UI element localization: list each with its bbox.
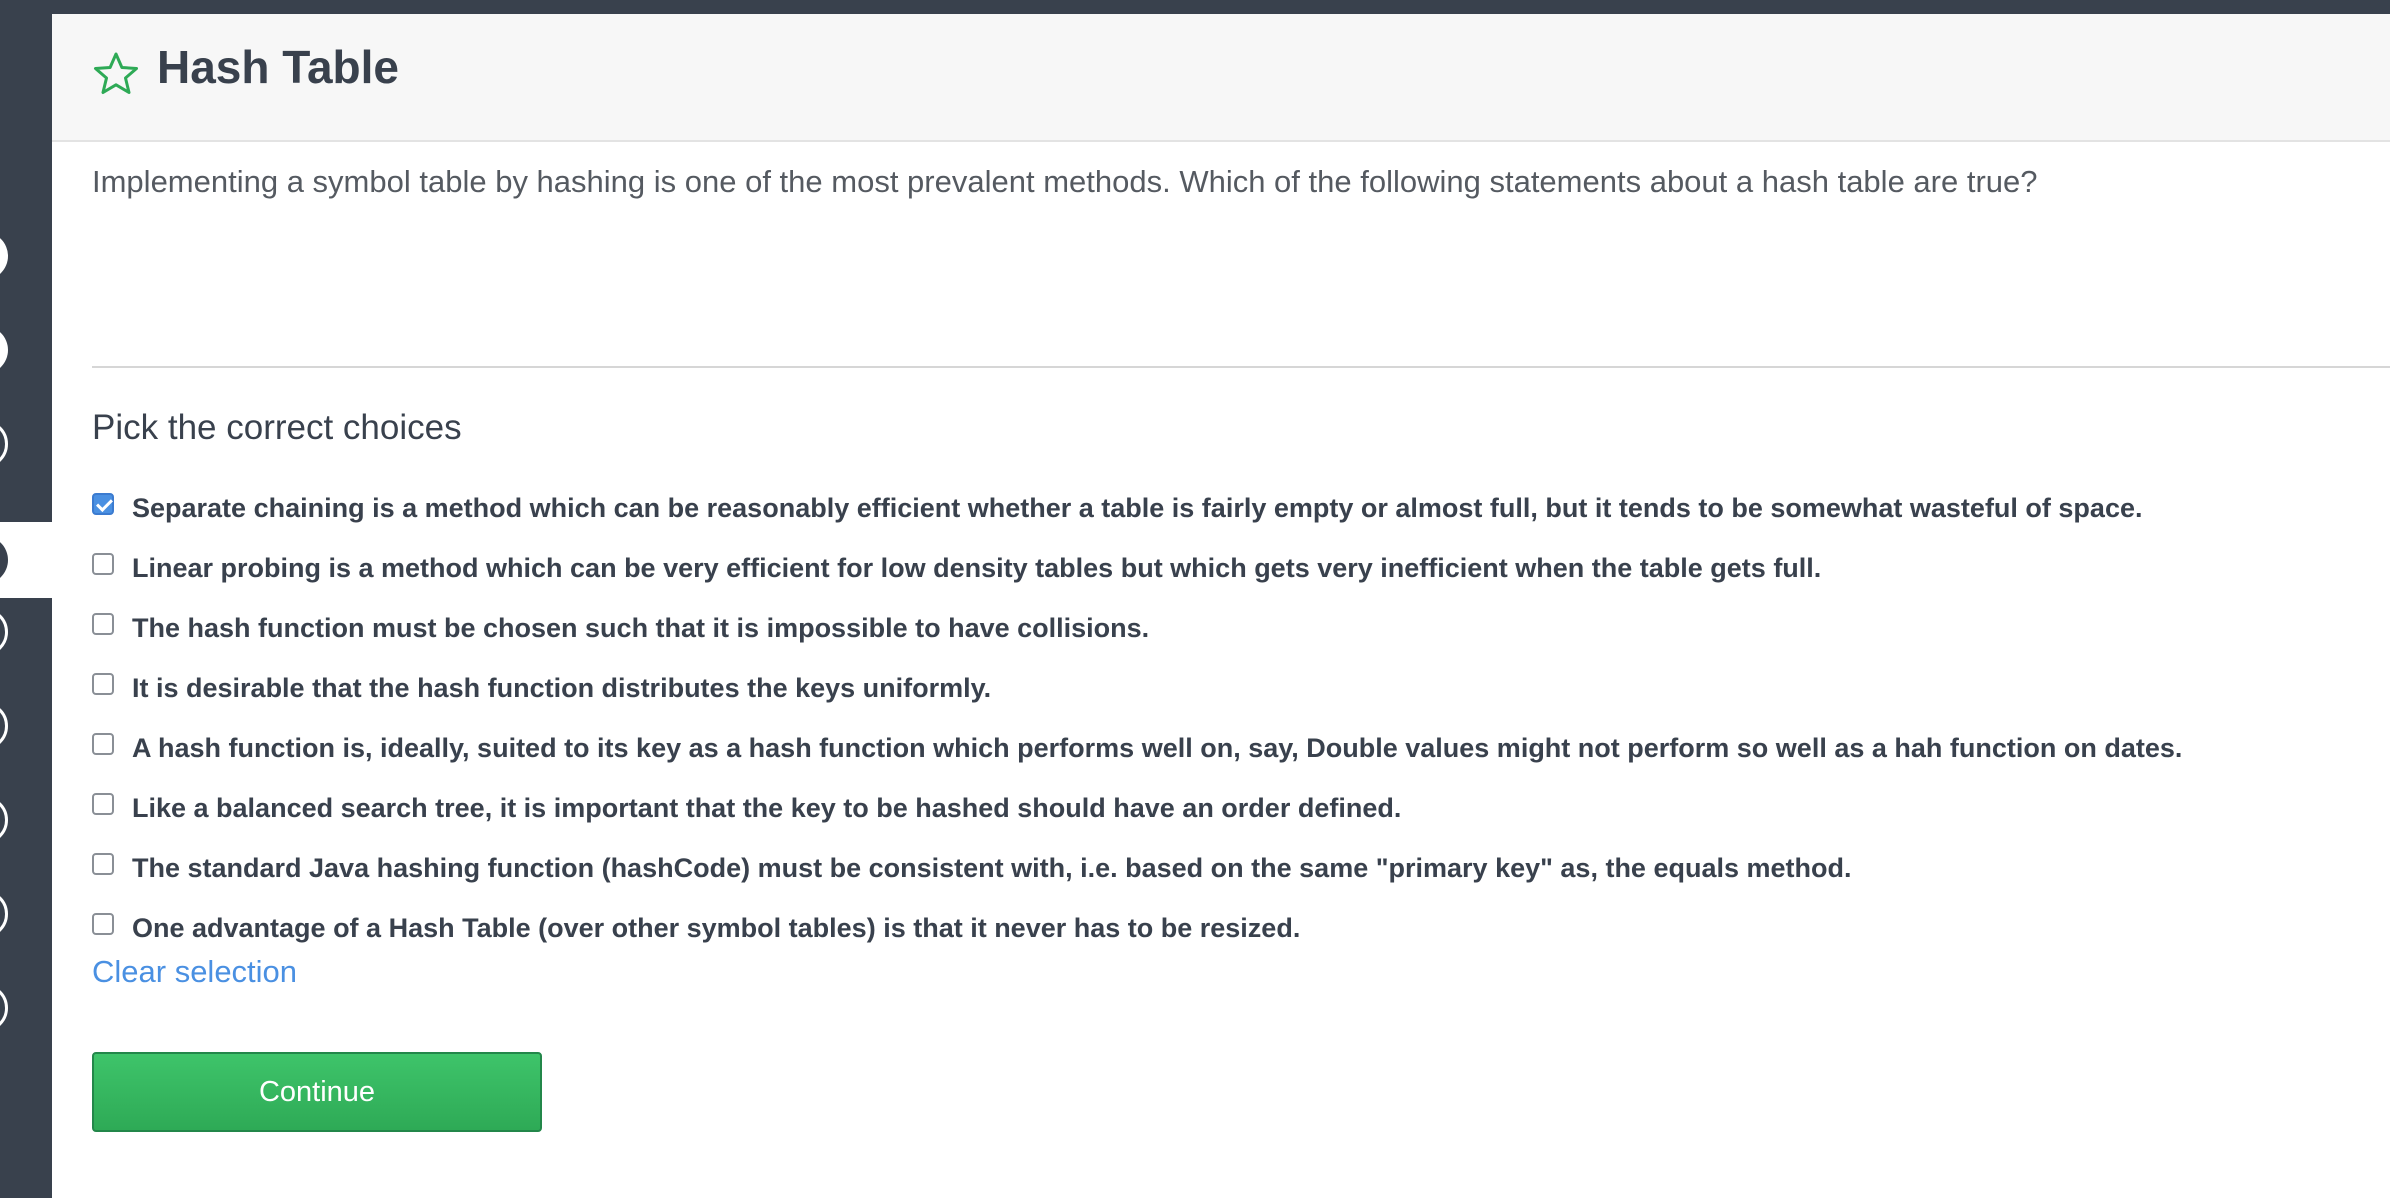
progress-step-8[interactable]: [0, 890, 8, 938]
choice-label[interactable]: Linear probing is a method which can be …: [132, 553, 1821, 584]
progress-step-3[interactable]: [0, 420, 8, 468]
choice-label[interactable]: A hash function is, ideally, suited to i…: [132, 733, 2182, 764]
checkbox[interactable]: [92, 913, 114, 935]
choice-item-2[interactable]: Linear probing is a method which can be …: [92, 538, 2382, 598]
page-header: Hash Table: [52, 14, 2390, 142]
choice-item-7[interactable]: The standard Java hashing function (hash…: [92, 838, 2382, 898]
progress-step-5[interactable]: [0, 608, 8, 656]
choice-item-4[interactable]: It is desirable that the hash function d…: [92, 658, 2382, 718]
choice-item-3[interactable]: The hash function must be chosen such th…: [92, 598, 2382, 658]
progress-step-9[interactable]: [0, 984, 8, 1032]
choices-heading: Pick the correct choices: [92, 408, 462, 447]
choice-label[interactable]: Like a balanced search tree, it is impor…: [132, 793, 1401, 824]
choice-label[interactable]: The standard Java hashing function (hash…: [132, 853, 1851, 884]
progress-step-1[interactable]: [0, 232, 8, 280]
page-title: Hash Table: [157, 41, 399, 93]
continue-button[interactable]: Continue: [92, 1052, 542, 1132]
checkbox[interactable]: [92, 793, 114, 815]
top-bar: [0, 0, 2390, 14]
checkbox[interactable]: [92, 613, 114, 635]
star-outline-icon[interactable]: [90, 48, 142, 100]
choice-label[interactable]: Separate chaining is a method which can …: [132, 493, 2142, 524]
checkbox[interactable]: [92, 733, 114, 755]
question-text: Implementing a symbol table by hashing i…: [92, 164, 2038, 199]
choice-item-6[interactable]: Like a balanced search tree, it is impor…: [92, 778, 2382, 838]
progress-step-2[interactable]: [0, 326, 8, 374]
checkbox[interactable]: [92, 553, 114, 575]
clear-selection-link[interactable]: Clear selection: [92, 954, 297, 990]
choice-label[interactable]: One advantage of a Hash Table (over othe…: [132, 913, 1300, 944]
checkbox-checked[interactable]: [92, 493, 114, 515]
checkbox[interactable]: [92, 673, 114, 695]
choice-label[interactable]: It is desirable that the hash function d…: [132, 673, 991, 704]
choice-item-8[interactable]: One advantage of a Hash Table (over othe…: [92, 898, 2382, 958]
choices-list: Separate chaining is a method which can …: [92, 478, 2382, 958]
choice-item-1[interactable]: Separate chaining is a method which can …: [92, 478, 2382, 538]
choice-item-5[interactable]: A hash function is, ideally, suited to i…: [92, 718, 2382, 778]
progress-step-7[interactable]: [0, 796, 8, 844]
choice-label[interactable]: The hash function must be chosen such th…: [132, 613, 1149, 644]
divider: [92, 366, 2390, 368]
checkbox[interactable]: [92, 853, 114, 875]
progress-sidebar: [0, 14, 52, 1198]
progress-step-6[interactable]: [0, 702, 8, 750]
continue-button-label: Continue: [258, 1075, 376, 1108]
